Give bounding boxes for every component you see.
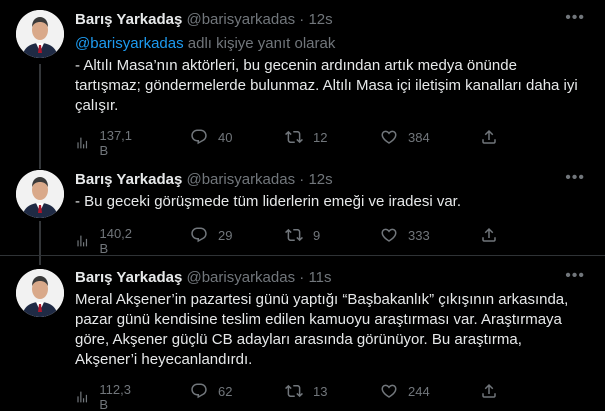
- like-count: 384: [408, 129, 430, 145]
- share-icon: [480, 226, 498, 244]
- reply-button[interactable]: 29: [190, 226, 232, 244]
- reply-count: 29: [218, 227, 233, 243]
- separator-dot: ·: [299, 11, 305, 28]
- heart-icon: [380, 382, 398, 400]
- analytics-icon: [75, 134, 89, 152]
- like-count: 244: [408, 383, 430, 399]
- like-button[interactable]: 384: [380, 128, 430, 146]
- share-button[interactable]: [480, 226, 498, 244]
- reply-button[interactable]: 62: [190, 382, 232, 400]
- share-icon: [480, 128, 498, 146]
- tweet-text: - Bu geceki görüşmede tüm liderlerin eme…: [75, 192, 587, 212]
- retweet-button[interactable]: 13: [285, 382, 327, 400]
- reply-count: 62: [218, 383, 233, 399]
- heart-icon: [380, 128, 398, 146]
- avatar[interactable]: [16, 170, 64, 218]
- tweet[interactable]: Barış Yarkadaş @barisyarkadas · 11s ••• …: [0, 256, 605, 411]
- reply-icon: [190, 226, 208, 244]
- tweet-header: Barış Yarkadaş @barisyarkadas · 12s: [75, 171, 333, 188]
- like-button[interactable]: 333: [380, 226, 430, 244]
- heart-icon: [380, 226, 398, 244]
- timestamp[interactable]: 11s: [308, 269, 331, 286]
- tweet-text-line: - Bu geceki görüşmede tüm liderlerin eme…: [75, 193, 462, 210]
- author-name[interactable]: Barış Yarkadaş: [75, 171, 182, 188]
- avatar[interactable]: [16, 10, 64, 58]
- analytics-icon: [75, 232, 89, 250]
- reply-count: 40: [218, 129, 233, 145]
- share-button[interactable]: [480, 128, 498, 146]
- analytics-icon: [75, 388, 89, 406]
- like-button[interactable]: 244: [380, 382, 430, 400]
- reply-icon: [190, 382, 208, 400]
- views-button[interactable]: 140,2 B: [75, 226, 136, 256]
- author-handle[interactable]: @barisyarkadas: [186, 171, 295, 188]
- views-button[interactable]: 137,1 B: [75, 128, 136, 158]
- retweet-icon: [285, 382, 303, 400]
- reply-context: @barisyarkadas adlı kişiye yanıt olarak: [75, 35, 335, 52]
- tweet-header: Barış Yarkadaş @barisyarkadas · 11s: [75, 269, 332, 286]
- views-count: 137,1 B: [99, 128, 133, 158]
- author-handle[interactable]: @barisyarkadas: [186, 11, 295, 28]
- author-handle[interactable]: @barisyarkadas: [186, 269, 295, 286]
- retweet-count: 12: [313, 129, 328, 145]
- tweet-text: - Altılı Masa’nın aktörleri, bu gecenin …: [75, 56, 587, 116]
- views-count: 140,2 B: [99, 226, 133, 256]
- author-name[interactable]: Barış Yarkadaş: [75, 269, 182, 286]
- retweet-button[interactable]: 12: [285, 128, 327, 146]
- author-name[interactable]: Barış Yarkadaş: [75, 11, 182, 28]
- tweet-text-line: Meral Akşener’in pazartesi günü yaptığı …: [75, 291, 569, 308]
- thread-line: [39, 64, 41, 169]
- reply-icon: [190, 128, 208, 146]
- retweet-count: 9: [313, 227, 321, 243]
- retweet-button[interactable]: 9: [285, 226, 320, 244]
- tweet-text-line: tartışmaz; göndermelerde bulunmaz. Altıl…: [75, 77, 578, 94]
- separator-dot: ·: [299, 269, 305, 286]
- tweet-text-line: göre, Akşener güçlü CB adayları arasında…: [75, 331, 522, 348]
- tweet[interactable]: Barış Yarkadaş @barisyarkadas · 12s ••• …: [0, 0, 605, 169]
- avatar[interactable]: [16, 269, 64, 317]
- views-button[interactable]: 112,3 B: [75, 382, 135, 411]
- tweet-text-line: - Altılı Masa’nın aktörleri, bu gecenin …: [75, 57, 517, 74]
- timestamp[interactable]: 12s: [308, 171, 332, 188]
- reply-context-text: adlı kişiye yanıt olarak: [183, 35, 336, 52]
- more-horizontal-icon[interactable]: •••: [565, 9, 585, 27]
- tweet-text-line: pazar günü kendisine teslim edilen kamuo…: [75, 311, 562, 328]
- reply-mention-link[interactable]: @barisyarkadas: [75, 35, 184, 52]
- views-count: 112,3 B: [99, 382, 131, 411]
- reply-button[interactable]: 40: [190, 128, 232, 146]
- separator-dot: ·: [299, 171, 305, 188]
- tweet-header: Barış Yarkadaş @barisyarkadas · 12s: [75, 11, 333, 28]
- share-icon: [480, 382, 498, 400]
- tweet[interactable]: Barış Yarkadaş @barisyarkadas · 12s ••• …: [0, 157, 605, 265]
- timestamp[interactable]: 12s: [308, 11, 332, 28]
- tweet-text: Meral Akşener’in pazartesi günü yaptığı …: [75, 290, 587, 370]
- share-button[interactable]: [480, 382, 498, 400]
- retweet-count: 13: [313, 383, 328, 399]
- more-horizontal-icon[interactable]: •••: [565, 169, 585, 187]
- retweet-icon: [285, 226, 303, 244]
- more-horizontal-icon[interactable]: •••: [565, 267, 585, 285]
- tweet-text-line: Akşener’i heyecanlandırdı.: [75, 351, 253, 368]
- tweet-text-line: çalışır.: [75, 97, 119, 114]
- retweet-icon: [285, 128, 303, 146]
- like-count: 333: [408, 227, 430, 243]
